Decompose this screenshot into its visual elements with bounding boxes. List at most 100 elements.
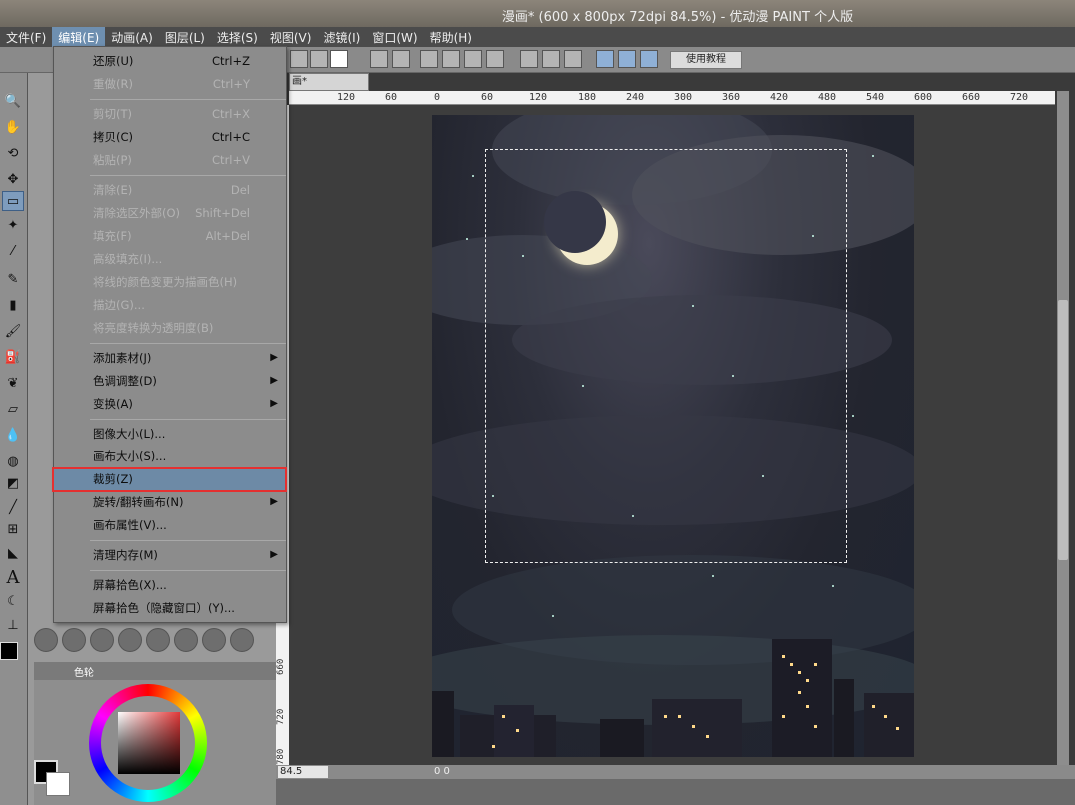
scale-icon[interactable] — [442, 50, 460, 68]
snap-icon[interactable] — [520, 50, 538, 68]
undo-icon[interactable] — [370, 50, 388, 68]
document-tab[interactable]: 画* — [289, 73, 369, 91]
grid-icon[interactable] — [564, 50, 582, 68]
fill-icon[interactable] — [542, 50, 560, 68]
gradient-icon[interactable]: ◩ — [2, 473, 24, 493]
brush-size-preset[interactable] — [202, 628, 226, 652]
menu-file[interactable]: 文件(F) — [0, 27, 52, 47]
crop-highlight-box — [52, 467, 287, 492]
menu-item-tonal-correction[interactable]: 色调调整(D) ▶ — [54, 370, 286, 392]
zoom-icon[interactable]: 🔍 — [2, 91, 24, 111]
status-bar — [276, 765, 1075, 779]
menu-item-screen-color-picker-hidden[interactable]: 屏幕拾色（隐藏窗口）(Y)... — [54, 597, 286, 619]
eraser-selection-icon[interactable] — [464, 50, 482, 68]
pen-icon[interactable]: ✎ — [2, 269, 24, 289]
special-ruler-icon[interactable] — [618, 50, 636, 68]
submenu-arrow-icon: ▶ — [270, 496, 278, 507]
ruler-tick: 120 — [337, 92, 356, 103]
brush-size-preset[interactable] — [62, 628, 86, 652]
menu-help[interactable]: 帮助(H) — [424, 27, 478, 47]
new-icon[interactable] — [290, 50, 308, 68]
frame-icon[interactable]: ⊞ — [2, 519, 24, 539]
foreground-color-small[interactable] — [0, 642, 18, 660]
brush-size-preset[interactable] — [118, 628, 142, 652]
menu-item-image-size[interactable]: 图像大小(L)... — [54, 423, 286, 445]
menu-window[interactable]: 窗口(W) — [366, 27, 423, 47]
brush-size-preset[interactable] — [34, 628, 58, 652]
menu-separator — [90, 419, 286, 420]
move-icon[interactable]: ✥ — [2, 169, 24, 189]
ruler-snap-icon[interactable] — [596, 50, 614, 68]
redo-icon[interactable] — [392, 50, 410, 68]
ruler-tick: 300 — [674, 92, 693, 103]
brush-size-preset[interactable] — [230, 628, 254, 652]
scrollbar-thumb[interactable] — [1058, 300, 1068, 560]
menu-animation[interactable]: 动画(A) — [105, 27, 159, 47]
eyedropper-icon[interactable]: ⁄ — [2, 241, 24, 261]
submenu-arrow-icon: ▶ — [270, 398, 278, 409]
grid-snap-icon[interactable] — [640, 50, 658, 68]
ruler-tool-icon[interactable]: ⊥ — [2, 615, 24, 635]
menu-item-canvas-size[interactable]: 画布大小(S)... — [54, 445, 286, 467]
menu-filter[interactable]: 滤镜(I) — [317, 27, 366, 47]
menu-item-undo[interactable]: 还原(U) Ctrl+Z — [54, 50, 286, 72]
open-icon[interactable] — [310, 50, 328, 68]
menu-item-stroke[interactable]: 描边(G)... — [54, 294, 286, 316]
balloon-icon[interactable]: ☾ — [2, 591, 24, 611]
ruler-tick: 360 — [722, 92, 741, 103]
transform-icon[interactable] — [420, 50, 438, 68]
menu-edit[interactable]: 编辑(E) — [52, 27, 106, 47]
rotation-value: 0 0 — [434, 766, 450, 777]
brush-size-row — [34, 626, 274, 658]
brush-size-preset[interactable] — [146, 628, 170, 652]
menu-item-transform[interactable]: 变换(A) ▶ — [54, 393, 286, 415]
eraser-icon[interactable]: ▱ — [2, 399, 24, 419]
magic-wand-icon[interactable]: ✦ — [2, 215, 24, 235]
menu-item-fill[interactable]: 填充(F) Alt+Del — [54, 225, 286, 247]
menu-view[interactable]: 视图(V) — [264, 27, 318, 47]
selection-marquee[interactable] — [485, 149, 847, 563]
menu-item-clear[interactable]: 清除(E) Del — [54, 179, 286, 201]
crop-icon[interactable] — [486, 50, 504, 68]
blend-icon[interactable]: 💧 — [2, 425, 24, 445]
line-icon[interactable]: ╱ — [2, 497, 24, 517]
menu-item-clear-outside[interactable]: 清除选区外部(O) Shift+Del — [54, 202, 286, 224]
menu-item-canvas-properties[interactable]: 画布属性(V)... — [54, 514, 286, 536]
menu-item-redo[interactable]: 重做(R) Ctrl+Y — [54, 73, 286, 95]
fill-bucket-icon[interactable]: ◍ — [2, 451, 24, 471]
decoration-icon[interactable]: ❦ — [2, 373, 24, 393]
menu-layer[interactable]: 图层(L) — [159, 27, 211, 47]
text-icon[interactable]: A — [2, 567, 24, 588]
menu-item-copy[interactable]: 拷贝(C) Ctrl+C — [54, 126, 286, 148]
brush-size-preset[interactable] — [90, 628, 114, 652]
airbrush-icon[interactable]: ⛽ — [2, 347, 24, 367]
rotate-icon[interactable]: ⟲ — [2, 143, 24, 163]
color-square-icon[interactable] — [330, 50, 348, 68]
menu-separator — [90, 99, 286, 100]
menu-item-cut[interactable]: 剪切(T) Ctrl+X — [54, 103, 286, 125]
menu-item-luminance-to-opacity[interactable]: 将亮度转换为透明度(B) — [54, 317, 286, 339]
menu-item-line-color[interactable]: 将线的颜色变更为描画色(H) — [54, 271, 286, 293]
color-wheel-tab[interactable]: 色轮 — [74, 664, 94, 679]
brush-icon[interactable]: 🖌 — [2, 321, 24, 341]
menu-item-paste[interactable]: 粘贴(P) Ctrl+V — [54, 149, 286, 171]
submenu-arrow-icon: ▶ — [270, 549, 278, 560]
menu-item-clear-memory[interactable]: 清理内存(M) ▶ — [54, 544, 286, 566]
menu-select[interactable]: 选择(S) — [211, 27, 264, 47]
menu-item-rotate-flip-canvas[interactable]: 旋转/翻转画布(N) ▶ — [54, 491, 286, 513]
hand-icon[interactable]: ✋ — [2, 117, 24, 137]
zoom-value[interactable]: 84.5 — [278, 766, 328, 778]
menu-item-add-material[interactable]: 添加素材(J) ▶ — [54, 347, 286, 369]
tutorial-button[interactable]: 使用教程 — [670, 51, 742, 69]
selection-icon[interactable]: ▭ — [2, 191, 24, 211]
object-select-icon[interactable]: ◣ — [2, 543, 24, 563]
ruler-tick: 420 — [770, 92, 789, 103]
background-color-swatch[interactable] — [46, 772, 70, 796]
menu-item-advanced-fill[interactable]: 高级填充(I)... — [54, 248, 286, 270]
ruler-tick: 720 — [276, 708, 286, 725]
brush-size-preset[interactable] — [174, 628, 198, 652]
tool-palette: 🔍 ✋ ⟲ ✥ ▭ ✦ ⁄ ✎ ▮ 🖌 ⛽ ❦ ▱ 💧 ◍ ◩ ╱ ⊞ ◣ A … — [0, 73, 28, 805]
saturation-value-square[interactable] — [118, 712, 180, 774]
marker-icon[interactable]: ▮ — [2, 295, 24, 315]
menu-item-screen-color-picker[interactable]: 屏幕拾色(X)... — [54, 574, 286, 596]
